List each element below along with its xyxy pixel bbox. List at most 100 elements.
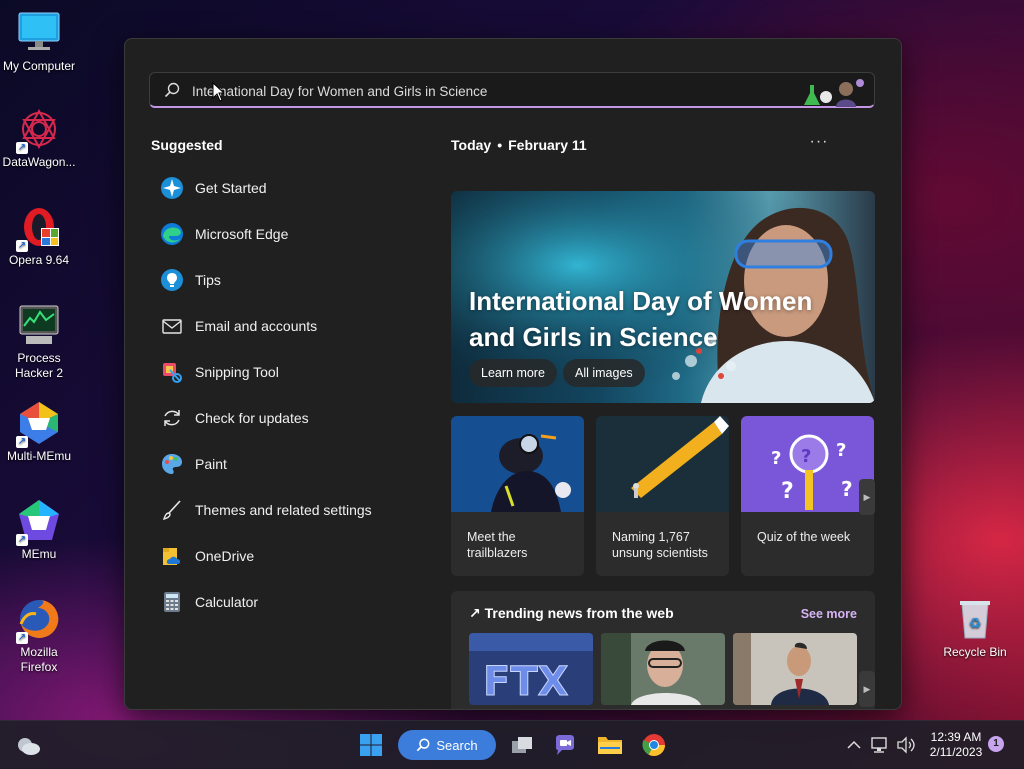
suggested-item-label: Check for updates xyxy=(195,410,309,426)
svg-text:?: ? xyxy=(771,448,781,469)
chrome-icon xyxy=(642,734,665,756)
start-button[interactable] xyxy=(355,729,387,761)
search-icon xyxy=(417,738,430,752)
weather-widget-button[interactable] xyxy=(12,729,44,761)
chat-button[interactable] xyxy=(549,729,581,761)
chat-icon xyxy=(556,735,574,755)
learn-more-button[interactable]: Learn more xyxy=(469,359,557,387)
desktop-icon-firefox[interactable]: ↗ Mozilla Firefox xyxy=(0,596,78,675)
trending-title: ↗ Trending news from the web xyxy=(469,605,674,622)
svg-text:?: ? xyxy=(836,440,846,461)
calculator-icon xyxy=(159,589,185,615)
desktop-icon-multi-memu[interactable]: ↗ Multi-MEmu xyxy=(0,400,78,464)
news-thumbnail-person[interactable] xyxy=(601,633,725,705)
notification-badge[interactable]: 1 xyxy=(988,736,1004,752)
desktop-icon-recycle-bin[interactable]: ♻ Recycle Bin xyxy=(936,596,1014,660)
today-date: February 11 xyxy=(508,137,587,153)
recycle-bin-icon: ♻ xyxy=(952,596,998,642)
suggested-item-microsoft-edge[interactable]: Microsoft Edge xyxy=(149,211,409,257)
suggested-item-paint[interactable]: Paint xyxy=(149,441,409,487)
hero-card[interactable]: International Day of Women and Girls in … xyxy=(451,191,875,403)
desktop-icon-memu[interactable]: ↗ MEmu xyxy=(0,498,78,562)
desktop-icon-opera[interactable]: ↗ Opera 9.64 xyxy=(0,204,78,268)
today-heading: Today • February 11 xyxy=(451,137,587,153)
brush-icon xyxy=(159,497,185,523)
suggested-item-onedrive[interactable]: OneDrive xyxy=(149,533,409,579)
suggested-item-check-updates[interactable]: Check for updates xyxy=(149,395,409,441)
process-hacker-icon xyxy=(16,302,62,348)
hero-title: International Day of Women and Girls in … xyxy=(469,286,813,352)
desktop-icon-datawagon[interactable]: ↗ DataWagon... xyxy=(0,106,78,170)
card-thumbnail xyxy=(451,416,584,512)
clock-date: 2/11/2023 xyxy=(929,745,983,759)
svg-text:?: ? xyxy=(841,477,853,501)
search-box[interactable] xyxy=(149,72,875,108)
desktop-icon-label: MEmu xyxy=(21,547,57,561)
onedrive-icon xyxy=(159,543,185,569)
news-thumbnail-ftx[interactable]: FTX xyxy=(469,633,593,705)
chevron-right-icon: ▶ xyxy=(863,492,871,502)
firefox-icon: ↗ xyxy=(16,596,62,644)
tips-icon xyxy=(159,267,185,293)
suggested-item-label: Calculator xyxy=(195,594,259,610)
search-input[interactable] xyxy=(190,79,754,103)
desktop-icon-label: Recycle Bin xyxy=(943,645,1007,659)
desktop-icon-label-line-1: Mozilla xyxy=(20,645,58,659)
suggested-item-calculator[interactable]: Calculator xyxy=(149,579,409,625)
cloud-icon xyxy=(18,738,40,755)
card-caption: Naming 1,767 unsung scientists xyxy=(612,530,708,560)
desktop-icon-label-line-2: Firefox xyxy=(20,660,58,674)
monitor-icon xyxy=(16,10,62,56)
suggested-list: Get Started Microsoft Edge Tips Email an… xyxy=(149,165,409,625)
taskbar: Search 12:39 AM 2/11/2023 1 xyxy=(0,720,1024,769)
news-thumbnail-suit[interactable] xyxy=(733,633,857,705)
desktop-icon-label: My Computer xyxy=(2,59,76,73)
multi-memu-icon: ↗ xyxy=(16,400,62,448)
folder-icon xyxy=(598,737,622,754)
datawagon-icon: ↗ xyxy=(16,106,62,154)
more-options-button[interactable]: ··· xyxy=(807,133,831,153)
network-icon xyxy=(871,737,887,753)
card-quiz[interactable]: ????? Quiz of the week xyxy=(741,416,874,576)
taskbar-search-label: Search xyxy=(436,737,478,753)
today-separator: • xyxy=(497,137,503,153)
cards-next-button[interactable]: ▶ xyxy=(859,479,875,515)
suggested-item-label: Microsoft Edge xyxy=(195,226,289,242)
trending-next-button[interactable]: ▶ xyxy=(859,671,875,707)
desktop-icon-process-hacker[interactable]: Process Hacker 2 xyxy=(0,302,78,381)
file-explorer-button[interactable] xyxy=(594,729,626,761)
suggested-item-email-accounts[interactable]: Email and accounts xyxy=(149,303,409,349)
suggested-item-label: Tips xyxy=(195,272,221,288)
card-caption: Quiz of the week xyxy=(757,530,851,544)
suggested-item-get-started[interactable]: Get Started xyxy=(149,165,409,211)
card-caption: Meet the trailblazers xyxy=(467,530,528,560)
opera-icon: ↗ xyxy=(16,204,62,252)
all-images-button[interactable]: All images xyxy=(563,359,645,387)
system-clock[interactable]: 12:39 AM 2/11/2023 xyxy=(918,730,994,760)
mouse-cursor-icon xyxy=(212,82,224,102)
desktop-icon-label-line-2: Hacker 2 xyxy=(14,366,64,380)
suggested-item-tips[interactable]: Tips xyxy=(149,257,409,303)
card-unsung-scientists[interactable]: Naming 1,767 unsung scientists xyxy=(596,416,729,576)
chrome-button[interactable] xyxy=(638,729,670,761)
suggested-item-themes[interactable]: Themes and related settings xyxy=(149,487,409,533)
trending-up-icon: ↗ xyxy=(469,605,481,621)
svg-text:?: ? xyxy=(781,479,794,504)
task-view-button[interactable] xyxy=(506,729,538,761)
desktop-icon-label: DataWagon... xyxy=(2,155,76,169)
windows-icon xyxy=(360,734,382,756)
taskbar-search-button[interactable]: Search xyxy=(398,730,496,760)
mail-icon xyxy=(159,313,185,339)
science-doodle-icon xyxy=(796,75,868,112)
desktop-icon-label-line-1: Process xyxy=(17,351,61,365)
suggested-item-label: Email and accounts xyxy=(195,318,318,334)
suggested-item-label: Paint xyxy=(195,456,227,472)
chevron-up-icon xyxy=(847,740,861,749)
task-view-icon xyxy=(512,737,532,753)
see-more-link[interactable]: See more xyxy=(801,607,857,621)
card-trailblazers[interactable]: Meet the trailblazers xyxy=(451,416,584,576)
clock-time: 12:39 AM xyxy=(930,730,982,744)
suggested-item-snipping-tool[interactable]: Snipping Tool xyxy=(149,349,409,395)
snipping-tool-icon xyxy=(159,359,185,385)
desktop-icon-my-computer[interactable]: My Computer xyxy=(0,10,78,74)
